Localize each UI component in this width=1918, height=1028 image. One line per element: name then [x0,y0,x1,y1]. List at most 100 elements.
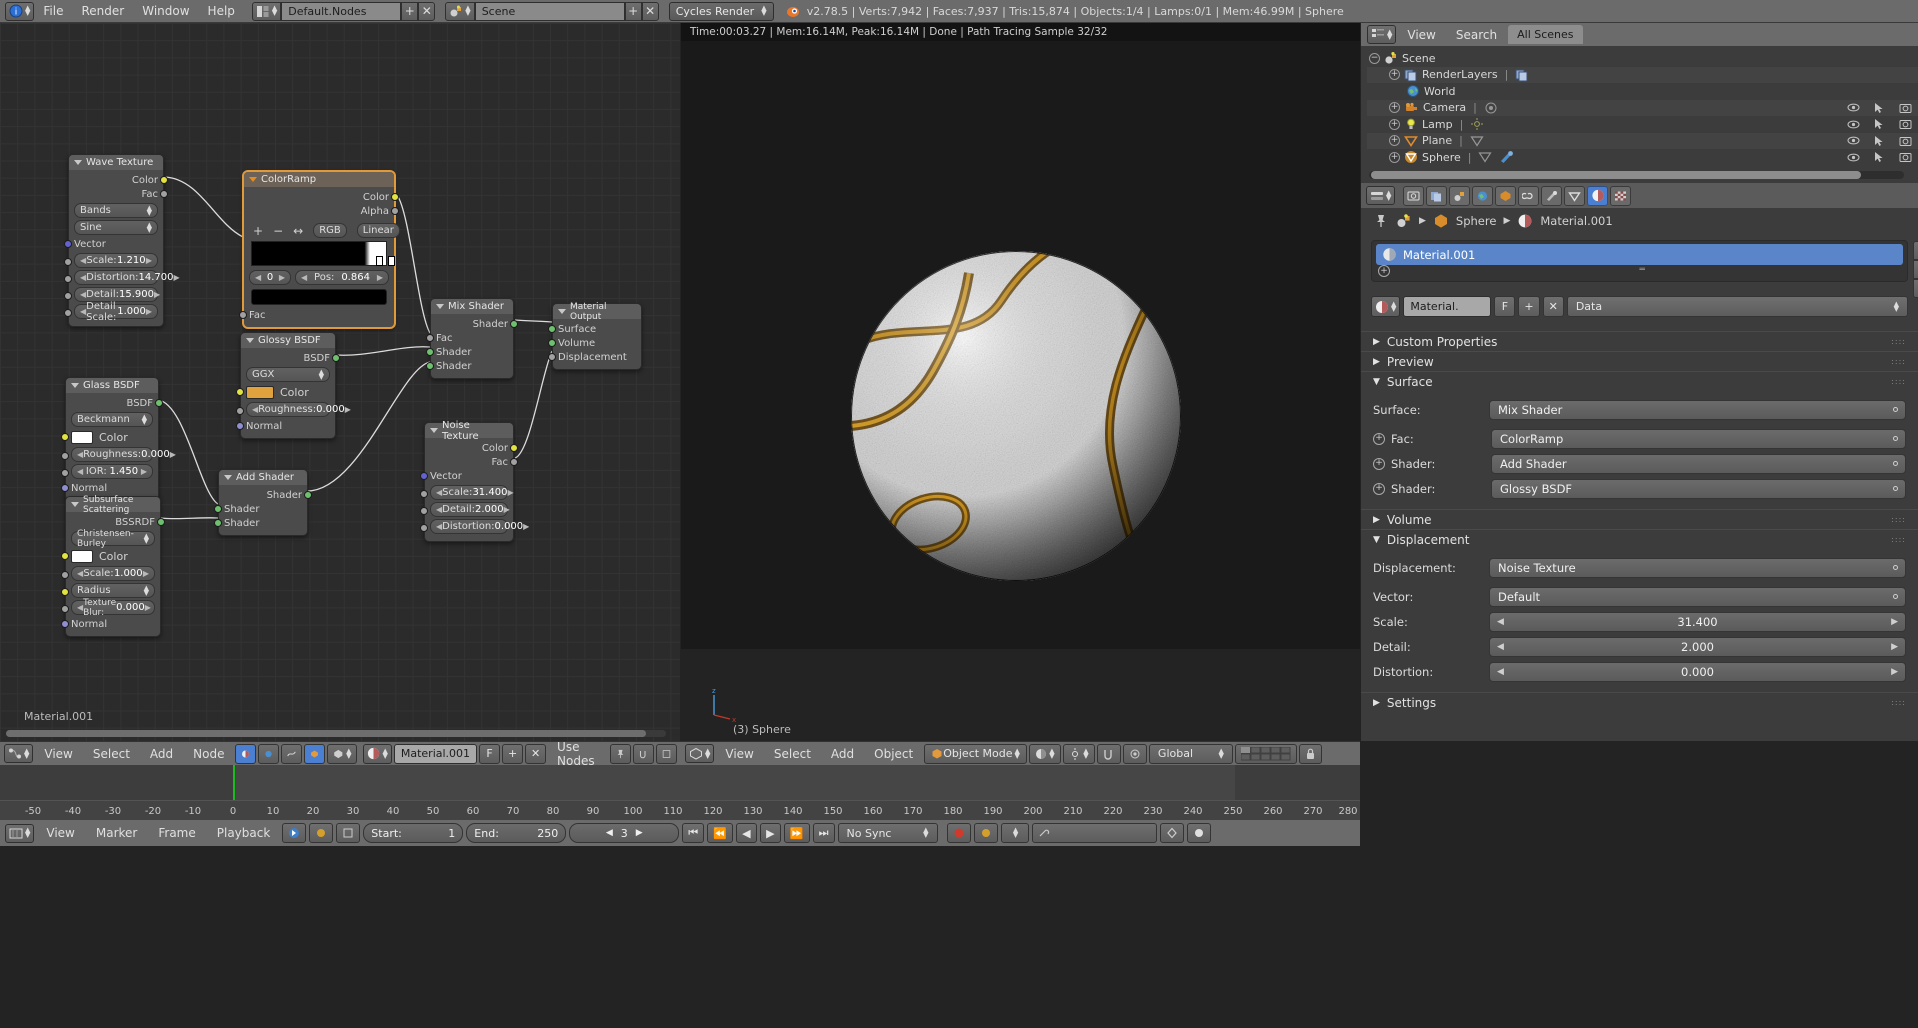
socket-shader[interactable] [426,348,434,356]
node-wave-texture[interactable]: Wave Texture Color Fac Bands ▲ ▼ Sine ▲ ▼ Ve… [64,154,180,327]
view-menu-object[interactable]: Object [865,743,922,765]
panel-preview[interactable]: ▶ Preview :::: [1361,351,1918,371]
node-new-material-button[interactable]: + [502,743,524,764]
expand-toggle-icon[interactable]: + [1389,69,1400,81]
node-output-bssrdf[interactable]: BSSRDF [71,515,165,529]
panel-grip-icon[interactable]: :::: [1891,357,1906,366]
node-editor[interactable]: Wave Texture Color Fac Bands ▲ ▼ Sine ▲ ▼ Ve… [0,23,680,741]
panel-grip-icon[interactable]: :::: [1891,535,1906,544]
material-name-field[interactable]: Material. [1403,296,1492,317]
sss-color-swatch[interactable] [71,549,93,563]
node-mix-shader[interactable]: Mix Shader Shader Fac Shader Shader [426,298,518,379]
viewport-shading-dropdown[interactable]: ▲ ▼ [1028,743,1061,764]
outliner-row-camera[interactable]: + Camera | [1367,99,1918,116]
node-output-fac[interactable]: Fac [74,187,168,201]
node-snap-button[interactable] [633,743,654,764]
outliner-menu-view[interactable]: View [1398,24,1444,46]
noise-scale-field[interactable]: ◀ Scale: 31.400 ▶ [430,485,514,500]
socket-color[interactable] [61,433,69,441]
timeline-menu-view[interactable]: View [37,822,83,844]
node-output-alpha[interactable]: Alpha [249,204,399,218]
socket-roughness[interactable] [61,452,69,460]
socket-detail[interactable] [64,292,72,300]
shader-type-object-button[interactable] [235,743,257,764]
wave-scale-field[interactable]: ◀ Scale: 1.210 ▶ [74,253,158,268]
node-editor-scrollbar[interactable] [6,730,666,737]
collapse-triangle-icon[interactable] [558,309,566,314]
eye-icon[interactable] [1847,102,1860,113]
socket-surface[interactable] [548,325,556,333]
browse-spinner[interactable]: ▲ ▼ [382,747,387,759]
node-header[interactable]: Noise Texture [425,420,513,442]
tab-modifiers[interactable] [1541,185,1563,206]
play-reverse-button[interactable]: ◀ [735,823,757,843]
slot-browse-button[interactable]: ▲ ▼ [327,743,358,764]
keying-set-field[interactable] [1031,823,1157,843]
node-input-shader-2[interactable]: Shader [426,359,508,373]
shader-type-world-button[interactable] [258,743,280,764]
render-result-image[interactable] [681,41,1360,649]
scene-browse-icon[interactable]: ▲ ▼ [445,1,475,21]
node-input-surface[interactable]: Surface [548,322,636,336]
node-input-shader-1[interactable]: Shader [214,502,302,516]
node-glass-bsdf[interactable]: Glass BSDF BSDF Beckmann ▲ ▼ Color ◀ Roughn… [61,377,176,501]
viewport-type-spinner[interactable]: ▲ ▼ [705,747,710,759]
node-overlay-button[interactable] [656,743,677,764]
material-datablock-row[interactable]: ▲ ▼ Material. F + ✕ Data ▲ ▼ [1371,296,1908,317]
socket-fac[interactable] [239,311,247,319]
socket-color[interactable] [160,176,168,184]
keying-set-button[interactable] [336,823,361,843]
shader-type-linestyle-button[interactable] [281,743,303,764]
prop-value-field[interactable]: Add Shader [1491,453,1906,474]
node-editor-type-icon[interactable]: ▲ ▼ [4,744,34,763]
socket-scale[interactable] [64,258,72,266]
sss-scale-field[interactable]: ◀ Scale: 1.000 ▶ [71,566,155,581]
remove-material-slot-button[interactable]: − [1913,260,1918,279]
render-engine-dropdown[interactable]: Cycles Render ▲ ▼ [668,1,774,21]
colorramp-gradient[interactable] [251,241,395,266]
socket-texture-blur[interactable] [61,605,69,613]
glossy-roughness-field[interactable]: ◀ Roughness: 0.000 ▶ [246,402,351,417]
menu-render[interactable]: Render [72,0,133,22]
node-colorramp[interactable]: ColorRamp Color Alpha + − ↔ RGB Linear ◀… [239,171,400,328]
collapse-triangle-icon[interactable] [249,177,257,182]
prop-surface[interactable]: Surface: Mix Shader [1373,399,1906,420]
ramp-stop-handle[interactable] [376,256,383,266]
current-frame-field[interactable]: ◀ 3 ▶ [569,823,680,843]
socket-bsdf[interactable] [332,354,340,362]
outliner-editor-type-icon[interactable]: ▲ ▼ [1367,25,1397,44]
view-menu-view[interactable]: View [716,743,762,765]
node-menu-add[interactable]: Add [141,743,182,765]
render-icon[interactable] [1899,118,1912,130]
auto-key-toggle[interactable] [973,823,998,843]
panel-grip-icon[interactable]: :::: [1891,515,1906,524]
snap-toggle-button[interactable] [1096,743,1121,764]
screen-layout-field[interactable]: Default.Nodes [281,1,402,21]
properties-editor-type-icon[interactable]: ▲ ▼ [1366,186,1396,205]
ramp-color-mode-dropdown[interactable]: RGB [313,223,347,238]
wave-type-dropdown[interactable]: Bands ▲ ▼ [74,203,158,218]
app-info-icon[interactable]: i ▲ ▼ [5,1,35,21]
expand-link-icon[interactable]: + [1373,482,1385,495]
jump-next-keyframe-button[interactable]: ⏩ [783,823,810,843]
expand-toggle-icon[interactable]: + [1389,135,1400,147]
node-noise-texture[interactable]: Noise Texture Color Fac Vector ◀ Scale: 31… [420,420,529,542]
expand-link-icon[interactable]: + [1373,457,1385,470]
node-glossy-bsdf[interactable]: Glossy BSDF BSDF GGX ▲ ▼ Color ◀ Roughness:… [236,332,351,439]
panel-grip-icon[interactable]: :::: [1891,337,1906,346]
node-menu-view[interactable]: View [35,743,81,765]
tab-data[interactable] [1564,185,1586,206]
outliner-row-sphere[interactable]: + Sphere | [1367,149,1918,166]
socket-shader[interactable] [304,491,312,499]
node-header[interactable]: Add Shader [219,470,307,485]
collapse-triangle-icon[interactable] [71,383,79,388]
timeline-ruler[interactable]: -50 -40 -30 -20 -10 0 10 20 30 40 50 60 … [0,800,1360,820]
panel-custom-properties[interactable]: ▶ Custom Properties :::: [1361,331,1918,351]
jump-end-button[interactable]: ⏭ [812,823,835,843]
material-browse-icon[interactable]: ▲ ▼ [1371,296,1401,317]
modifier-icon[interactable] [1499,150,1514,164]
socket-volume[interactable] [548,339,556,347]
socket-displacement[interactable] [548,353,556,361]
prop-value-field[interactable]: ColorRamp [1491,428,1906,449]
interaction-mode-dropdown[interactable]: Object Mode ▲ ▼ [924,743,1027,764]
